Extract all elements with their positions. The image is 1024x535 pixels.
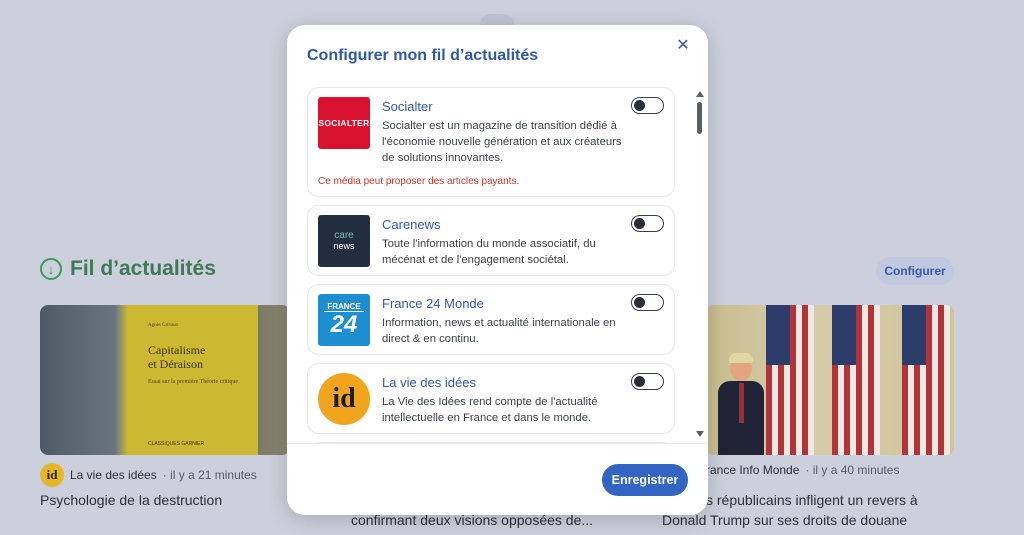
media-list[interactable]: SOCIALTER Socialter Socialter est un mag… xyxy=(307,87,677,467)
article-image[interactable] xyxy=(706,305,954,455)
toggle-knob xyxy=(634,218,645,229)
book-title: Capitalisme et Déraison xyxy=(148,343,206,371)
media-item-la-vie-des-idees: id La vie des idées La Vie des Idées ren… xyxy=(307,363,675,434)
article-headline[interactable]: Psychologie de la destruction xyxy=(40,490,222,510)
media-toggle[interactable] xyxy=(631,294,664,311)
scroll-thumb[interactable] xyxy=(697,102,702,134)
media-name: France 24 Monde xyxy=(382,296,484,311)
us-flag xyxy=(832,305,880,455)
carenews-logo: care news xyxy=(318,215,370,267)
dialog-title: Configurer mon fil d’actualités xyxy=(307,47,539,64)
section-title: Fil d’actualités xyxy=(70,257,216,280)
list-scrollbar[interactable] xyxy=(695,87,705,439)
media-description: Information, news et actualité internati… xyxy=(382,317,616,345)
toggle-knob xyxy=(634,297,645,308)
france24-logo: FRANCE 24 xyxy=(318,294,370,346)
media-description: Socialter est un magazine de transition … xyxy=(382,120,622,164)
book-cover: Agnès Grivaux Capitalisme et Déraison Es… xyxy=(128,305,258,455)
media-name: La vie des idées xyxy=(382,375,476,390)
media-item-carenews: care news Carenews Toute l'information d… xyxy=(307,205,675,276)
toggle-knob xyxy=(634,376,645,387)
source-logo: id xyxy=(40,463,64,487)
media-toggle[interactable] xyxy=(631,373,664,390)
dialog-footer: Enregistrer xyxy=(287,443,708,515)
media-name: Carenews xyxy=(382,217,441,232)
article-time: · il y a 21 minutes xyxy=(162,468,257,482)
scroll-down-icon[interactable] xyxy=(696,431,704,437)
book-publisher: CLASSIQUES GARNIER xyxy=(148,441,205,447)
media-description: La Vie des Idées rend compte de l'actual… xyxy=(382,396,598,424)
arrow-down-circle-icon: ↓ xyxy=(40,258,62,280)
media-name: Socialter xyxy=(382,99,433,114)
article-image[interactable]: Agnès Grivaux Capitalisme et Déraison Es… xyxy=(40,305,290,455)
section-header: ↓ Fil d’actualités xyxy=(40,257,216,281)
close-icon[interactable]: ✕ xyxy=(674,37,692,55)
book-subtitle: Essai sur la première Théorie critique xyxy=(148,379,239,385)
article-source: rance Info Monde · il y a 40 minutes xyxy=(706,463,899,477)
media-item-socialter: SOCIALTER Socialter Socialter est un mag… xyxy=(307,87,675,197)
book-author: Agnès Grivaux xyxy=(148,323,179,328)
scroll-up-icon[interactable] xyxy=(696,91,704,97)
socialter-logo: SOCIALTER xyxy=(318,97,370,149)
media-toggle[interactable] xyxy=(631,215,664,232)
article-time: · il y a 40 minutes xyxy=(805,463,900,477)
article-source: id La vie des idées · il y a 21 minutes xyxy=(40,463,257,487)
person-figure xyxy=(718,353,764,455)
configure-feed-dialog: Configurer mon fil d’actualités ✕ SOCIAL… xyxy=(287,25,708,515)
us-flag xyxy=(902,305,950,455)
la-vie-des-idees-logo: id xyxy=(318,373,370,425)
media-item-france24: FRANCE 24 France 24 Monde Information, n… xyxy=(307,284,675,355)
media-description: Toute l'information du monde associatif,… xyxy=(382,238,596,266)
toggle-knob xyxy=(634,100,645,111)
source-name: La vie des idées xyxy=(70,468,157,482)
paid-articles-warning: Ce média peut proposer des articles paya… xyxy=(318,176,520,187)
configure-button[interactable]: Configurer xyxy=(876,257,954,285)
save-button[interactable]: Enregistrer xyxy=(602,464,688,496)
source-name: rance Info Monde xyxy=(706,463,800,477)
media-toggle[interactable] xyxy=(631,97,664,114)
us-flag xyxy=(766,305,814,455)
